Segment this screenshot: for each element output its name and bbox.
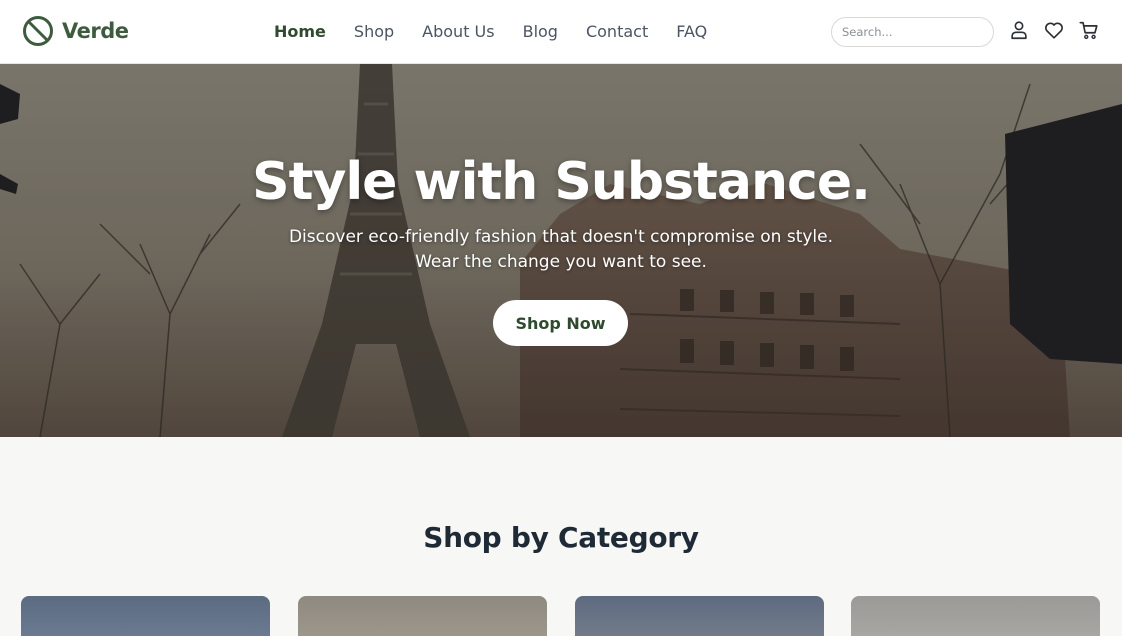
category-card[interactable]: [575, 596, 824, 636]
top-navbar: Verde Home Shop About Us Blog Contact FA…: [0, 0, 1122, 64]
no-sign-logo-icon: [23, 16, 53, 46]
category-section-title: Shop by Category: [423, 521, 699, 554]
hero-subtitle: Discover eco-friendly fashion that doesn…: [288, 227, 834, 272]
hero-banner: Style with Substance. Discover eco-frien…: [0, 64, 1122, 437]
nav-link-home[interactable]: Home: [274, 22, 326, 41]
category-card[interactable]: [21, 596, 270, 636]
nav-link-contact[interactable]: Contact: [586, 22, 648, 41]
category-card[interactable]: [851, 596, 1100, 636]
nav-link-blog[interactable]: Blog: [523, 22, 558, 41]
shop-now-button[interactable]: Shop Now: [493, 300, 628, 346]
brand-name: Verde: [62, 19, 129, 43]
nav-link-faq[interactable]: FAQ: [676, 22, 707, 41]
heart-icon[interactable]: [1043, 19, 1065, 41]
search-input[interactable]: [831, 17, 994, 47]
hero-title: Style with Substance.: [252, 152, 871, 212]
main-nav: Home Shop About Us Blog Contact FAQ: [274, 22, 735, 41]
cart-icon[interactable]: [1078, 19, 1100, 41]
brand-logo[interactable]: Verde: [22, 15, 129, 47]
user-icon[interactable]: [1008, 19, 1030, 41]
category-card[interactable]: [298, 596, 547, 636]
category-section: Shop by Category: [0, 437, 1122, 636]
nav-link-about-us[interactable]: About Us: [422, 22, 494, 41]
nav-link-shop[interactable]: Shop: [354, 22, 394, 41]
